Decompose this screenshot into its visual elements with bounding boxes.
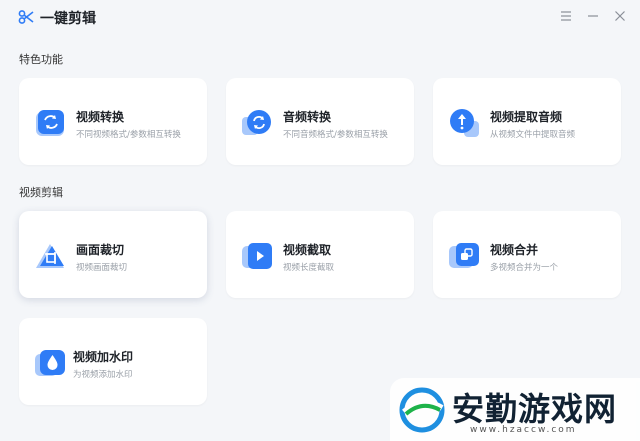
menu-icon[interactable] [558, 8, 574, 24]
minimize-icon[interactable] [585, 8, 601, 24]
card-desc: 不同视频格式/参数相互转换 [76, 130, 181, 140]
card-title: 音频转换 [283, 110, 332, 124]
audio-convert-icon [242, 110, 271, 135]
watermark-url: www.hzaccw.com [470, 425, 577, 435]
card-title: 视频加水印 [73, 350, 134, 364]
section-title-editing: 视频剪辑 [19, 186, 63, 199]
card-title: 视频提取音频 [490, 110, 563, 124]
watermark-logo-icon [399, 387, 445, 433]
card-title: 视频截取 [283, 243, 332, 257]
card-title: 画面裁切 [76, 243, 125, 257]
card-crop[interactable]: 画面裁切 视频画面裁切 [19, 211, 207, 298]
card-trim[interactable]: 视频截取 视频长度截取 [226, 211, 414, 298]
crop-icon [36, 244, 64, 268]
title-bar: 一键剪辑 [0, 0, 640, 34]
merge-icon [449, 243, 479, 268]
scissors-icon [18, 10, 34, 24]
watermark-drop-icon [35, 350, 65, 376]
section-title-features: 特色功能 [19, 53, 63, 66]
card-video-convert[interactable]: 视频转换 不同视频格式/参数相互转换 [19, 78, 207, 165]
card-title: 视频转换 [76, 110, 125, 124]
close-icon[interactable] [612, 8, 628, 24]
watermark-text: 安勤游戏网 [452, 390, 618, 428]
card-desc: 视频画面裁切 [76, 263, 128, 273]
card-desc: 视频长度截取 [283, 263, 335, 273]
card-audio-convert[interactable]: 音频转换 不同音频格式/参数相互转换 [226, 78, 414, 165]
card-desc: 为视频添加水印 [73, 370, 133, 380]
card-desc: 不同音频格式/参数相互转换 [283, 130, 388, 140]
site-watermark: 安勤游戏网 www.hzaccw.com [390, 378, 640, 441]
video-convert-icon [36, 110, 64, 136]
app-title: 一键剪辑 [40, 11, 96, 27]
card-desc: 多视频合并为一个 [490, 263, 559, 273]
extract-audio-icon [450, 109, 479, 137]
card-desc: 从视频文件中提取音频 [490, 130, 576, 140]
card-title: 视频合并 [490, 243, 539, 257]
card-watermark[interactable]: 视频加水印 为视频添加水印 [19, 318, 207, 405]
trim-icon [242, 243, 272, 269]
card-merge[interactable]: 视频合并 多视频合并为一个 [433, 211, 621, 298]
card-extract-audio[interactable]: 视频提取音频 从视频文件中提取音频 [433, 78, 621, 165]
